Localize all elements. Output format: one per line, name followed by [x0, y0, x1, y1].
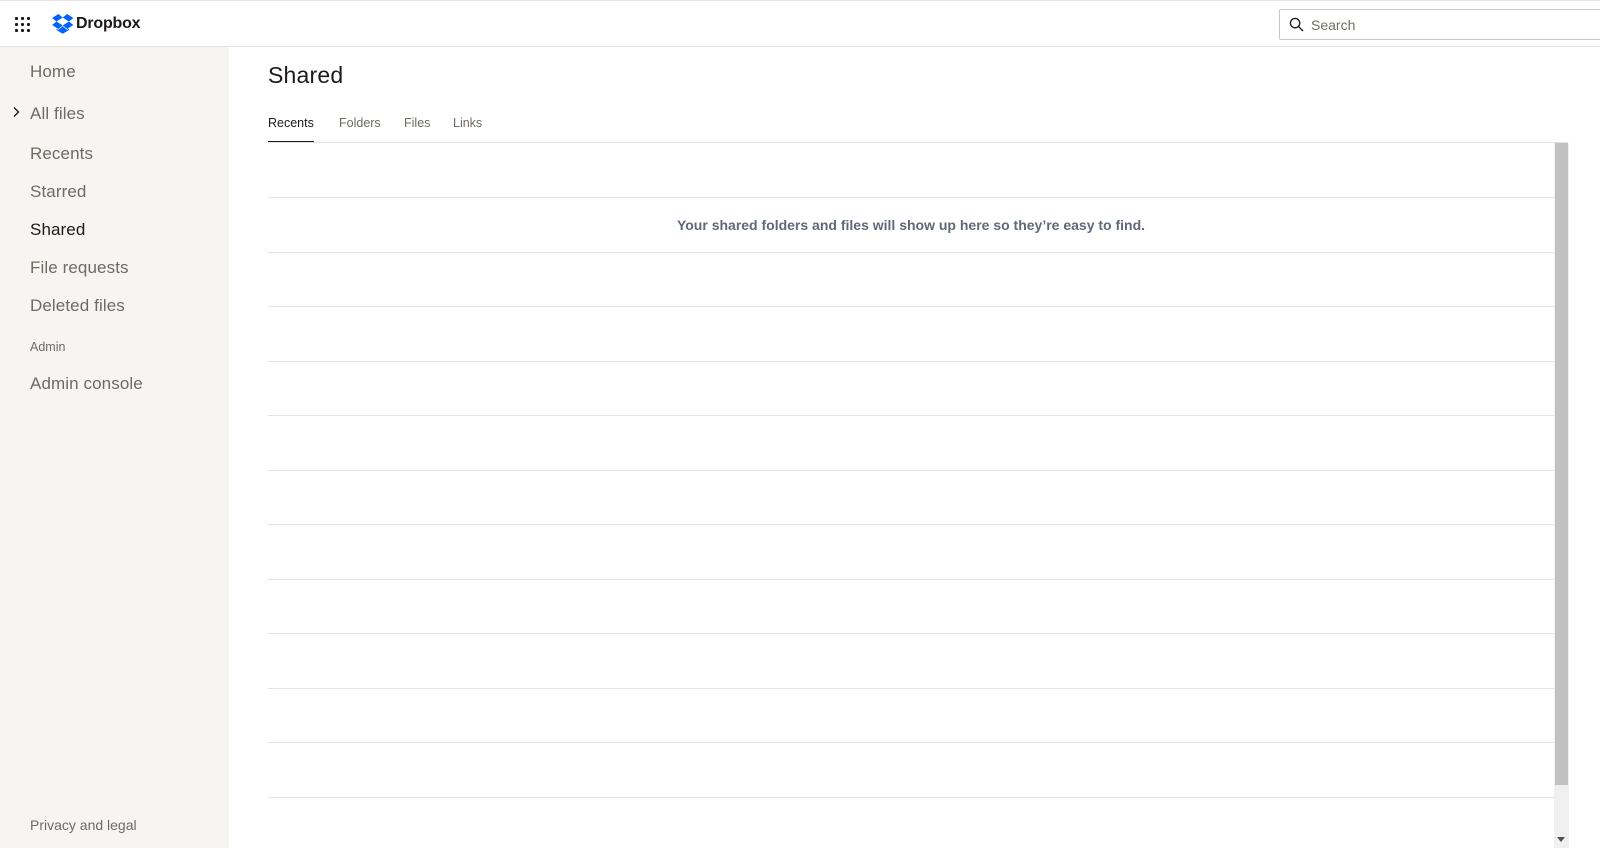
scrollbar-thumb[interactable] — [1555, 143, 1568, 785]
sidebar-item-file-requests[interactable]: File requests — [30, 258, 129, 278]
sidebar — [0, 47, 229, 848]
search-icon — [1289, 17, 1304, 32]
list-row-divider — [268, 197, 1554, 198]
search-box[interactable] — [1279, 9, 1600, 40]
sidebar-item-shared[interactable]: Shared — [30, 220, 85, 240]
sidebar-item-admin-console[interactable]: Admin console — [30, 374, 143, 394]
list-row-divider — [268, 252, 1554, 253]
list-row-divider — [268, 524, 1554, 525]
list-row-divider — [268, 470, 1554, 471]
list-scrollbar[interactable] — [1554, 143, 1569, 848]
sidebar-item-recents[interactable]: Recents — [30, 144, 93, 164]
top-bar: Dropbox — [0, 0, 1600, 47]
tab-files[interactable]: Files — [404, 116, 430, 143]
dropbox-logo[interactable]: Dropbox — [52, 13, 141, 35]
chevron-right-icon[interactable] — [10, 106, 22, 118]
tab-recents[interactable]: Recents — [268, 116, 314, 143]
sidebar-item-deleted-files[interactable]: Deleted files — [30, 296, 125, 316]
scroll-down-icon[interactable] — [1557, 837, 1565, 842]
list-row-divider — [268, 633, 1554, 634]
list-row-divider — [268, 306, 1554, 307]
tab-links[interactable]: Links — [453, 116, 482, 143]
empty-state-message: Your shared folders and files will show … — [676, 217, 1146, 233]
search-input[interactable] — [1311, 13, 1591, 36]
app-grid-icon[interactable] — [14, 15, 32, 33]
list-row-divider — [268, 361, 1554, 362]
sidebar-item-home[interactable]: Home — [30, 62, 76, 82]
list-row-divider — [268, 579, 1554, 580]
tab-folders[interactable]: Folders — [339, 116, 381, 143]
page-title: Shared — [268, 62, 344, 88]
sidebar-section-admin: Admin — [30, 340, 66, 354]
brand-name: Dropbox — [76, 15, 141, 32]
dropbox-logo-icon — [52, 14, 74, 34]
list-row-divider — [268, 797, 1554, 798]
file-list: Your shared folders and files will show … — [268, 143, 1554, 848]
sidebar-item-starred[interactable]: Starred — [30, 182, 86, 202]
list-row-divider — [268, 415, 1554, 416]
privacy-legal-link[interactable]: Privacy and legal — [30, 817, 137, 833]
list-row-divider — [268, 742, 1554, 743]
list-row-divider — [268, 688, 1554, 689]
sidebar-item-all-files[interactable]: All files — [30, 104, 85, 124]
